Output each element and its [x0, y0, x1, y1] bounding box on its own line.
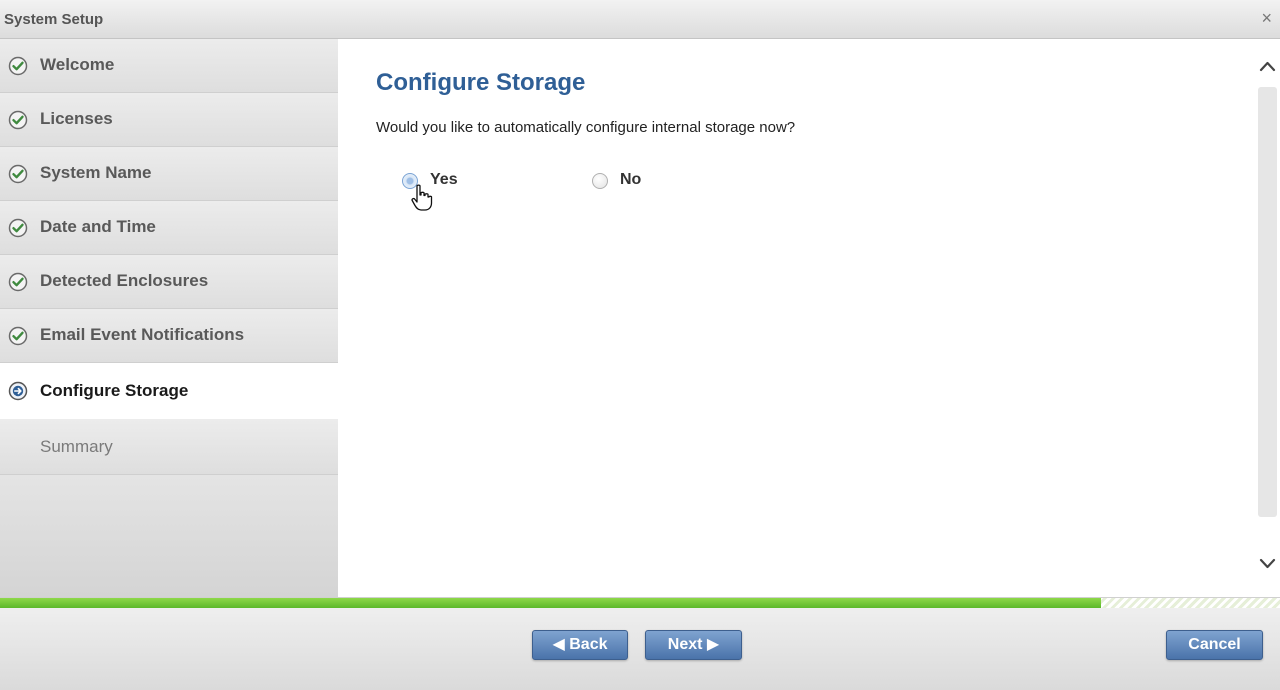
- sidebar-item-detected-enclosures[interactable]: Detected Enclosures: [0, 255, 338, 309]
- sidebar-item-date-and-time[interactable]: Date and Time: [0, 201, 338, 255]
- title-bar: System Setup ×: [0, 0, 1280, 39]
- arrow-circle-icon: [8, 381, 28, 401]
- vertical-scrollbar[interactable]: [1255, 39, 1280, 597]
- scroll-up-icon[interactable]: [1255, 51, 1280, 81]
- sidebar-item-label: Licenses: [40, 109, 113, 128]
- sidebar-item-welcome[interactable]: Welcome: [0, 39, 338, 93]
- radio-yes-label[interactable]: Yes: [430, 171, 458, 189]
- wizard-progress-bar: [0, 597, 1280, 608]
- sidebar-item-label: Date and Time: [40, 217, 156, 236]
- check-circle-icon: [8, 110, 28, 130]
- sidebar-item-system-name[interactable]: System Name: [0, 147, 338, 201]
- hand-cursor-icon: [411, 184, 433, 211]
- radio-no[interactable]: No: [592, 171, 672, 191]
- sidebar-item-label: Detected Enclosures: [40, 271, 209, 290]
- sidebar-item-label: Configure Storage: [40, 381, 189, 400]
- wizard-steps-sidebar: Welcome Licenses System Name Date and Ti…: [0, 39, 338, 597]
- progress-fill: [0, 598, 1101, 608]
- sidebar-item-licenses[interactable]: Licenses: [0, 93, 338, 147]
- scroll-down-icon[interactable]: [1255, 549, 1280, 579]
- button-bar: ◀ Back Next ▶ Cancel: [0, 608, 1280, 690]
- sidebar-item-label: Summary: [40, 437, 113, 456]
- window-title: System Setup: [4, 11, 104, 28]
- main-content: Configure Storage Would you like to auto…: [339, 39, 1255, 597]
- check-circle-icon: [8, 56, 28, 76]
- next-button[interactable]: Next ▶: [645, 630, 742, 660]
- cancel-button[interactable]: Cancel: [1166, 630, 1263, 660]
- check-circle-icon: [8, 218, 28, 238]
- page-title: Configure Storage: [376, 69, 586, 96]
- sidebar-item-label: Welcome: [40, 55, 115, 74]
- scroll-thumb[interactable]: [1258, 87, 1277, 517]
- sidebar-item-summary[interactable]: Summary: [0, 419, 338, 475]
- close-icon[interactable]: ×: [1261, 8, 1272, 28]
- sidebar-item-label: Email Event Notifications: [40, 325, 245, 344]
- sidebar-item-configure-storage[interactable]: Configure Storage: [0, 363, 338, 419]
- back-button[interactable]: ◀ Back: [532, 630, 628, 660]
- sidebar-item-email-event-notifications[interactable]: Email Event Notifications: [0, 309, 338, 363]
- system-setup-window: System Setup × Welcome Licenses System N…: [0, 0, 1280, 690]
- check-circle-icon: [8, 164, 28, 184]
- check-circle-icon: [8, 272, 28, 292]
- check-circle-icon: [8, 326, 28, 346]
- radio-no-button[interactable]: [592, 173, 608, 189]
- radio-no-label[interactable]: No: [620, 171, 641, 189]
- sidebar-item-label: System Name: [40, 163, 152, 182]
- question-text: Would you like to automatically configur…: [376, 119, 796, 136]
- sidebar-empty-area: [0, 475, 338, 597]
